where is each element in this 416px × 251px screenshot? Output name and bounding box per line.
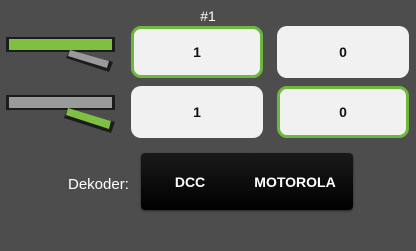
row-2-on-button[interactable]: 1: [131, 86, 263, 138]
row-2-off-button[interactable]: 0: [277, 86, 409, 138]
decoder-label: Dekoder:: [68, 176, 129, 193]
turnout-diverging-icon: [6, 95, 115, 133]
decoder-option-dcc[interactable]: DCC: [155, 153, 225, 210]
turnout-diverging-icon: [6, 37, 115, 72]
row-1-on-label: 1: [193, 44, 201, 60]
decoder-option-motorola[interactable]: MOTOROLA: [245, 153, 345, 210]
row-1-off-label: 0: [339, 44, 347, 60]
row-2-off-label: 0: [339, 104, 347, 120]
page-title: #1: [200, 8, 216, 24]
row-2-on-label: 1: [193, 104, 201, 120]
decoder-toggle: DCC MOTOROLA: [141, 153, 353, 210]
row-1-on-button[interactable]: 1: [131, 26, 263, 78]
row-1-off-button[interactable]: 0: [277, 26, 409, 78]
